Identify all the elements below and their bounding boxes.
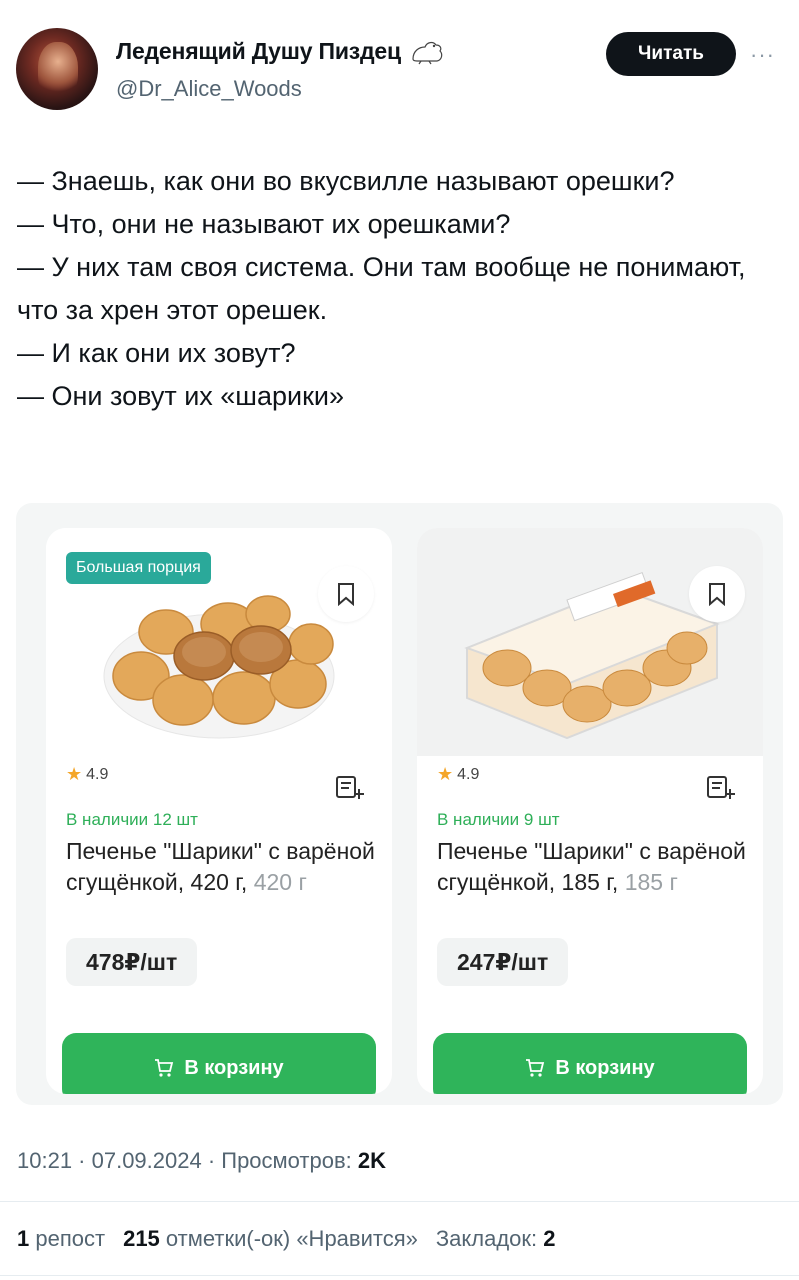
tweet-text: — Знаешь, как они во вкусвилле называют … <box>17 160 777 418</box>
divider <box>0 1275 799 1276</box>
tweet-line: — Знаешь, как они во вкусвилле называют … <box>17 166 675 196</box>
cart-icon <box>155 1059 174 1077</box>
rating: ★ 4.9 <box>437 764 479 785</box>
list-add-icon <box>707 776 735 799</box>
product-price: 478₽/шт <box>66 938 198 986</box>
stock-status: В наличии 12 шт <box>66 810 198 829</box>
add-to-cart-button[interactable]: В корзину <box>433 1033 747 1094</box>
product-card: Большая порция ★ 4.9 В наличии 12 шт Печ… <box>46 528 392 1094</box>
tweet-line: — У них там своя система. Они там вообще… <box>17 252 746 325</box>
star-icon: ★ <box>66 764 83 784</box>
views-count: 2K <box>357 1148 387 1173</box>
list-add-icon <box>336 776 364 799</box>
reposts-stat[interactable]: 1 репост <box>17 1226 105 1252</box>
rating-value: 4.9 <box>457 765 480 783</box>
product-price: 247₽/шт <box>437 938 569 986</box>
author-name-row[interactable]: Леденящий Душу Пиздец <box>116 38 445 65</box>
tweet-timestamp[interactable]: 10:21 · 07.09.2024 · Просмотров: <box>17 1148 352 1173</box>
product-card: ★ 4.9 В наличии 9 шт Печенье "Шарики" с … <box>417 528 763 1094</box>
product-title[interactable]: Печенье "Шарики" с варёной сгущёнкой, 18… <box>437 836 747 898</box>
tweet-line: — Они зовут их «шарики» <box>17 381 344 411</box>
product-photo: Большая порция <box>46 528 392 756</box>
product-weight: 185 г, <box>561 869 619 895</box>
star-icon: ★ <box>437 764 454 784</box>
tweet-stats: 1 репост 215 отметки(-ок) «Нравится» Зак… <box>17 1226 556 1252</box>
add-to-list-button[interactable] <box>697 764 745 812</box>
add-to-cart-label: В корзину <box>555 1056 655 1079</box>
author-handle[interactable]: @Dr_Alice_Woods <box>116 76 302 102</box>
likes-count: 215 <box>123 1226 160 1251</box>
product-title[interactable]: Печенье "Шарики" с варёной сгущёнкой, 42… <box>66 836 376 898</box>
likes-stat[interactable]: 215 отметки(-ок) «Нравится» <box>123 1226 418 1252</box>
author-name[interactable]: Леденящий Душу Пиздец <box>116 38 401 65</box>
follow-button[interactable]: Читать <box>606 32 736 76</box>
add-to-list-button[interactable] <box>326 764 374 812</box>
large-portion-badge: Большая порция <box>66 552 211 584</box>
bookmarks-label: Закладок: <box>435 1226 538 1251</box>
add-to-cart-button[interactable]: В корзину <box>62 1033 376 1094</box>
favorite-button[interactable] <box>318 566 374 622</box>
add-to-cart-label: В корзину <box>184 1056 284 1079</box>
product-photo <box>417 528 763 756</box>
reposts-label: репост <box>35 1226 106 1251</box>
reposts-count: 1 <box>17 1226 30 1251</box>
rating: ★ 4.9 <box>66 764 108 785</box>
stock-status: В наличии 9 шт <box>437 810 560 829</box>
cookies-box-image <box>464 571 720 740</box>
product-weight-muted: 420 г <box>253 869 307 895</box>
product-weight: 420 г, <box>190 869 248 895</box>
product-weight-muted: 185 г <box>624 869 678 895</box>
avatar[interactable] <box>16 28 98 110</box>
favorite-button[interactable] <box>689 566 745 622</box>
tweet-media-image[interactable]: Большая порция ★ 4.9 В наличии 12 шт Печ… <box>16 503 783 1105</box>
rating-value: 4.9 <box>86 765 109 783</box>
bookmarks-stat[interactable]: Закладок: 2 <box>436 1226 556 1252</box>
bookmark-icon <box>709 583 725 606</box>
frog-emoji-icon <box>412 41 443 64</box>
bookmarks-count: 2 <box>543 1226 556 1251</box>
divider <box>0 1201 799 1202</box>
tweet-line: — И как они их зовут? <box>17 338 296 368</box>
bookmark-icon <box>338 583 354 606</box>
more-options-icon[interactable]: ··· <box>750 42 780 67</box>
tweet-timestamp-views: 10:21 · 07.09.2024 · Просмотров: 2K <box>17 1148 386 1174</box>
tweet-header: Леденящий Душу Пиздец @Dr_Alice_Woods Чи… <box>16 28 783 114</box>
likes-label: отметки(-ок) «Нравится» <box>165 1226 418 1251</box>
tweet-line: — Что, они не называют их орешками? <box>17 209 511 239</box>
cart-icon <box>526 1059 545 1077</box>
